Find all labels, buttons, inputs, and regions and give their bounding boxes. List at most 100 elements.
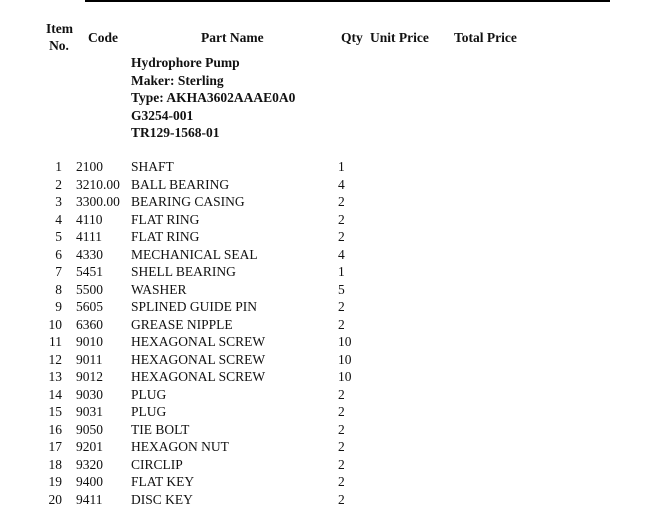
part-name-cell: FLAT RING: [131, 229, 200, 244]
item-no-cell: 4: [55, 211, 62, 227]
part-name-cell: BALL BEARING: [131, 176, 230, 192]
table-row: 17 9201 HEXAGON NUT 2: [0, 438, 650, 456]
qty-cell: 2: [338, 211, 345, 227]
table-row: 4 4110 FLAT RING 2: [0, 211, 650, 229]
code-cell: 9031: [76, 404, 103, 419]
part-name-cell: TIE BOLT: [131, 421, 190, 437]
header-total-price: Total Price: [454, 30, 517, 45]
equipment-ref-2: TR129-1568-01: [131, 125, 220, 140]
table-row: 6 4330 MECHANICAL SEAL 4: [0, 246, 650, 264]
code-cell: 9320: [76, 456, 103, 472]
header-part-name: Part Name: [201, 30, 264, 45]
header-item-line2: No.: [49, 38, 69, 53]
item-no-cell: 5: [55, 229, 62, 244]
qty-cell: 10: [338, 334, 352, 349]
part-name-cell: PLUG: [131, 386, 167, 402]
item-no-cell: 20: [48, 491, 63, 507]
part-name-cell: SHELL BEARING: [131, 264, 236, 279]
table-row: 2 3210.00 BALL BEARING 4: [0, 176, 650, 194]
code-cell: 5500: [76, 281, 103, 297]
part-name-cell: PLUG: [131, 404, 167, 419]
code-cell: 9011: [76, 351, 103, 367]
item-no-cell: 15: [48, 404, 63, 419]
part-name-cell: HEXAGONAL SCREW: [131, 334, 266, 349]
part-name-cell: FLAT RING: [131, 211, 200, 227]
part-name-cell: MECHANICAL SEAL: [131, 246, 258, 262]
item-no-cell: 11: [49, 334, 62, 349]
item-no-cell: 16: [48, 421, 63, 437]
part-name-cell: WASHER: [131, 281, 187, 297]
qty-cell: 10: [338, 369, 352, 384]
code-cell: 4111: [76, 229, 102, 244]
equipment-type: Type: AKHA3602AAAE0A0: [131, 90, 296, 105]
equipment-maker: Maker: Sterling: [131, 73, 224, 88]
qty-cell: 2: [338, 316, 345, 332]
item-no-cell: 13: [48, 369, 63, 384]
qty-cell: 2: [338, 456, 345, 472]
table-row: 9 5605 SPLINED GUIDE PIN 2: [0, 298, 650, 316]
header-item-no: Item No.: [46, 20, 73, 54]
part-name-cell: SPLINED GUIDE PIN: [131, 299, 257, 314]
item-no-cell: 8: [55, 281, 62, 297]
table-row: 10 6360 GREASE NIPPLE 2: [0, 316, 650, 334]
qty-cell: 4: [338, 246, 345, 262]
qty-cell: 2: [338, 421, 345, 437]
table-row: 12 9011 HEXAGONAL SCREW 10: [0, 351, 650, 369]
part-name-cell: HEXAGONAL SCREW: [131, 351, 266, 367]
code-cell: 9010: [76, 334, 103, 349]
table-row: 18 9320 CIRCLIP 2: [0, 456, 650, 474]
item-no-cell: 1: [55, 159, 62, 174]
qty-cell: 1: [338, 264, 345, 279]
item-no-cell: 12: [48, 351, 63, 367]
header-item-line1: Item: [46, 21, 73, 36]
code-cell: 2100: [76, 159, 103, 174]
table-row: 19 9400 FLAT KEY 2: [0, 473, 650, 491]
table-row: 7 5451 SHELL BEARING 1: [0, 263, 650, 281]
code-cell: 5451: [76, 264, 103, 279]
header-unit-price: Unit Price: [370, 30, 429, 45]
code-cell: 5605: [76, 299, 103, 314]
code-cell: 9050: [76, 421, 103, 437]
item-no-cell: 7: [55, 264, 62, 279]
equipment-ref-1: G3254-001: [131, 108, 194, 123]
part-name-cell: FLAT KEY: [131, 474, 195, 489]
code-cell: 4330: [76, 246, 103, 262]
qty-cell: 2: [338, 229, 345, 244]
part-name-cell: CIRCLIP: [131, 456, 183, 472]
code-cell: 9400: [76, 474, 103, 489]
table-row: 15 9031 PLUG 2: [0, 403, 650, 421]
qty-cell: 2: [338, 491, 345, 507]
qty-cell: 2: [338, 299, 345, 314]
table-row: 5 4111 FLAT RING 2: [0, 228, 650, 246]
table-row: 11 9010 HEXAGONAL SCREW 10: [0, 333, 650, 351]
code-cell: 4110: [76, 211, 103, 227]
code-cell: 9201: [76, 439, 103, 454]
code-cell: 9411: [76, 491, 103, 507]
item-no-cell: 3: [55, 194, 62, 209]
code-cell: 9012: [76, 369, 103, 384]
item-no-cell: 10: [48, 316, 63, 332]
qty-cell: 4: [338, 176, 345, 192]
table-row: 14 9030 PLUG 2: [0, 386, 650, 404]
header-qty: Qty: [341, 30, 363, 45]
code-cell: 3300.00: [76, 194, 120, 209]
qty-cell: 2: [338, 474, 345, 489]
qty-cell: 10: [338, 351, 352, 367]
part-name-cell: HEXAGON NUT: [131, 439, 229, 454]
item-no-cell: 2: [55, 176, 62, 192]
header-code: Code: [88, 30, 118, 45]
item-no-cell: 18: [48, 456, 63, 472]
table-row: 1 2100 SHAFT 1: [0, 158, 650, 176]
part-name-cell: DISC KEY: [131, 491, 193, 507]
item-no-cell: 19: [48, 474, 63, 489]
qty-cell: 2: [338, 404, 345, 419]
top-rule: [85, 0, 610, 2]
item-no-cell: 14: [48, 386, 63, 402]
qty-cell: 2: [338, 386, 345, 402]
table-row: 20 9411 DISC KEY 2: [0, 491, 650, 509]
qty-cell: 2: [338, 194, 345, 209]
item-no-cell: 6: [55, 246, 62, 262]
code-cell: 6360: [76, 316, 103, 332]
qty-cell: 5: [338, 281, 345, 297]
qty-cell: 2: [338, 439, 345, 454]
